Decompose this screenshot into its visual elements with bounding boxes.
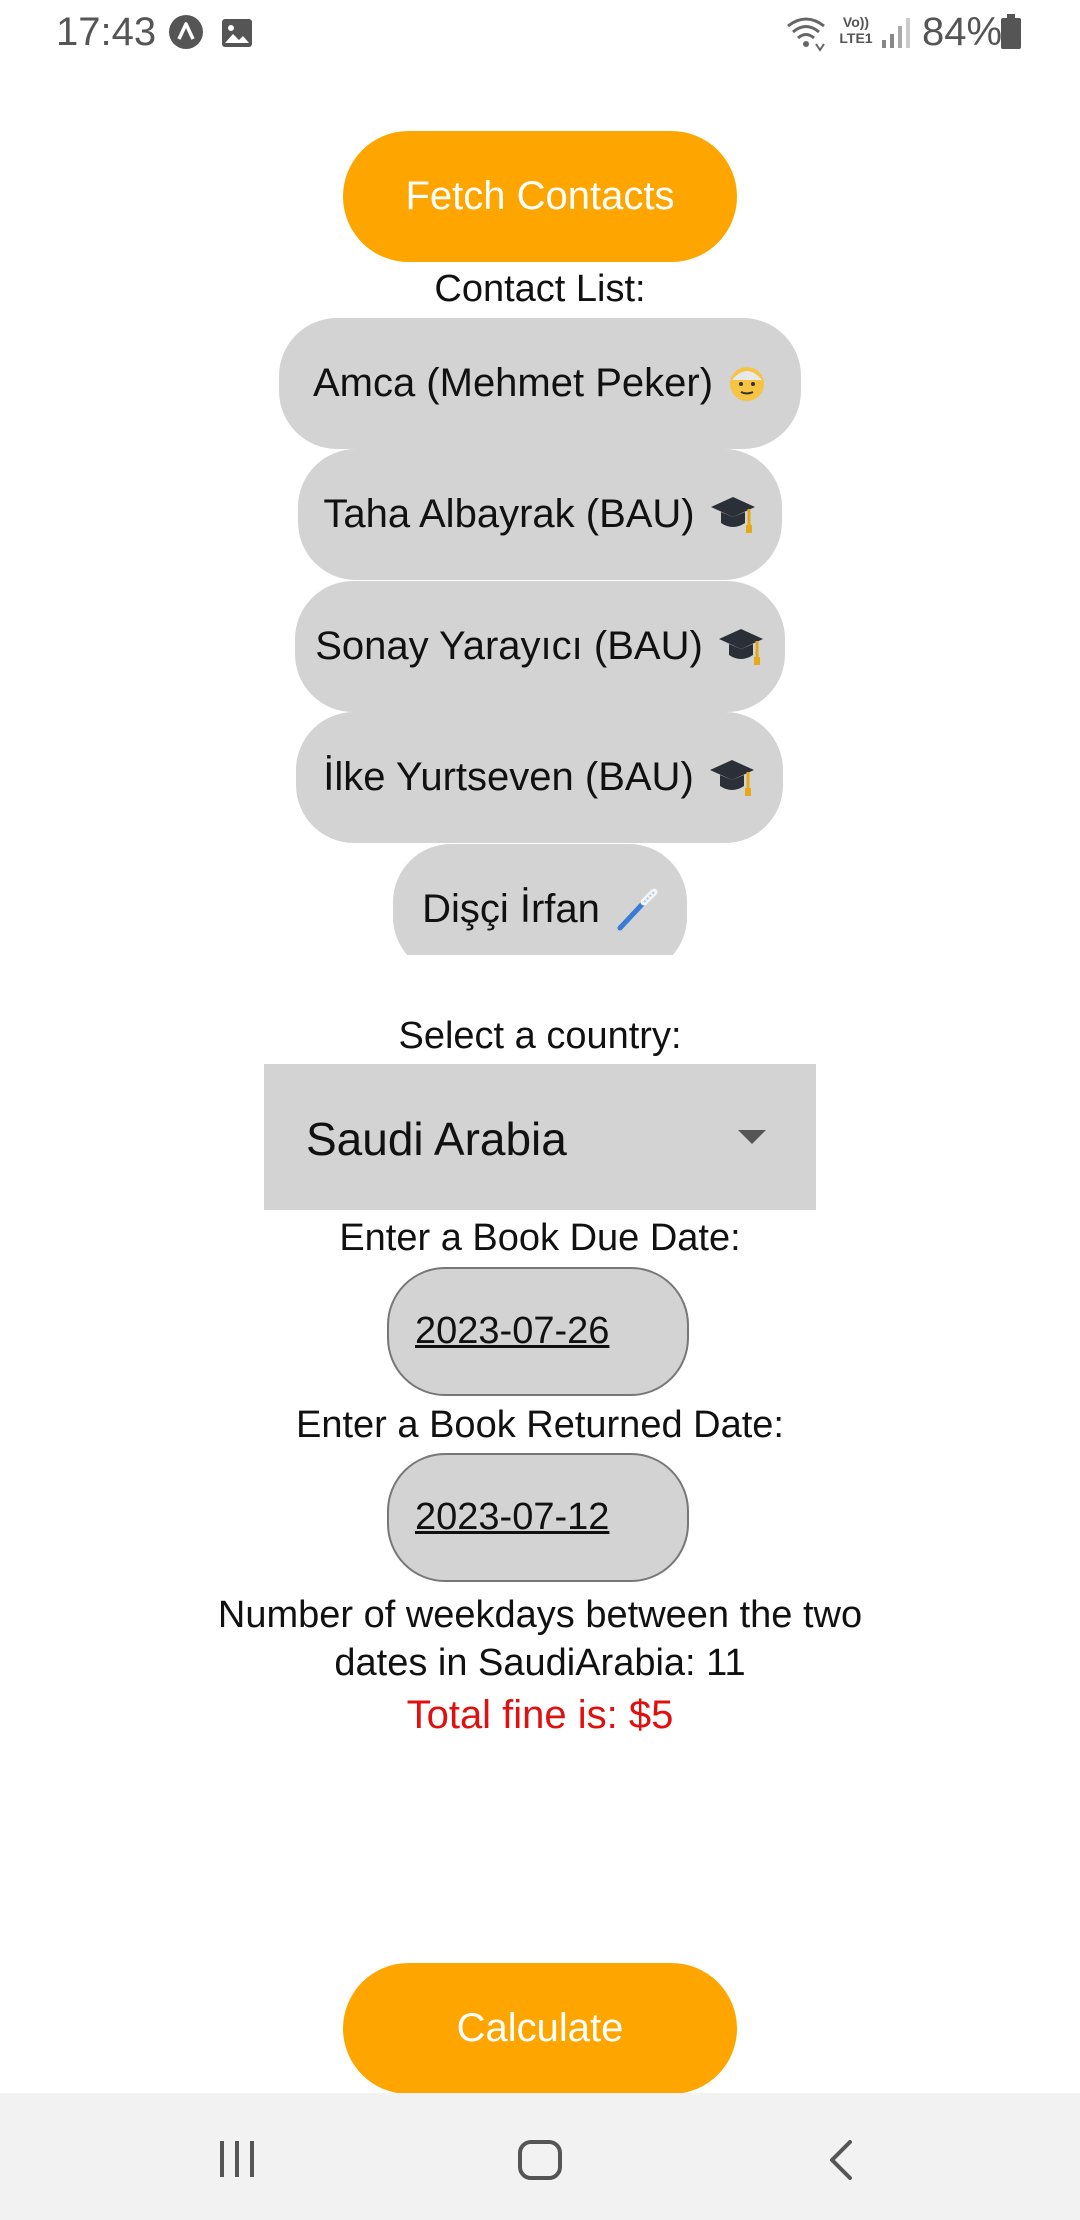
country-dropdown[interactable]: Saudi Arabia (264, 1064, 816, 1210)
country-label: Select a country: (398, 1015, 682, 1057)
contact-item[interactable]: İlke Yurtseven (BAU) (296, 712, 783, 843)
older-man-icon (727, 364, 767, 404)
contact-name: Sonay Yarayıcı (BAU) (315, 624, 703, 668)
contact-list: Amca (Mehmet Peker) Taha Albayrak (BAU) (0, 0, 1080, 955)
contact-item[interactable]: Sonay Yarayıcı (BAU) (295, 581, 785, 712)
toothbrush-icon (614, 888, 658, 932)
contact-item[interactable]: Taha Albayrak (BAU) (298, 449, 782, 580)
contact-name: Dişçi İrfan (422, 887, 600, 931)
contact-name: Amca (Mehmet Peker) (312, 361, 714, 405)
due-date-field[interactable]: 2023-07-26 (387, 1267, 689, 1396)
back-icon[interactable] (826, 2139, 856, 2181)
contact-item[interactable]: Dişçi İrfan (393, 844, 687, 955)
home-icon[interactable] (517, 2139, 563, 2181)
weekdays-result-line1: Number of weekdays between the two (217, 1594, 863, 1636)
total-fine-text: Total fine is: $5 (406, 1693, 674, 1737)
calculate-button[interactable]: Calculate (343, 1963, 737, 2094)
graduation-cap-icon (709, 493, 757, 537)
returned-date-value: 2023-07-12 (415, 1496, 610, 1538)
chevron-down-icon (738, 1130, 766, 1144)
contact-name: Taha Albayrak (BAU) (323, 492, 695, 536)
recent-apps-icon[interactable] (216, 2139, 258, 2179)
returned-date-field[interactable]: 2023-07-12 (387, 1453, 689, 1582)
returned-date-label: Enter a Book Returned Date: (296, 1404, 784, 1446)
contact-item[interactable]: Amca (Mehmet Peker) (279, 318, 801, 449)
country-selected-value: Saudi Arabia (306, 1113, 567, 1165)
contact-name: İlke Yurtseven (BAU) (323, 755, 694, 799)
app-screen: 17:43 Vo)) LTE1 84% Fetch Contacts Conta… (0, 0, 1080, 2220)
weekdays-result-line2: dates in SaudiArabia: 11 (334, 1642, 746, 1684)
due-date-value: 2023-07-26 (415, 1310, 610, 1352)
graduation-cap-icon (708, 756, 756, 800)
due-date-label: Enter a Book Due Date: (339, 1217, 741, 1259)
navigation-bar (0, 2093, 1080, 2220)
graduation-cap-icon (717, 625, 765, 669)
